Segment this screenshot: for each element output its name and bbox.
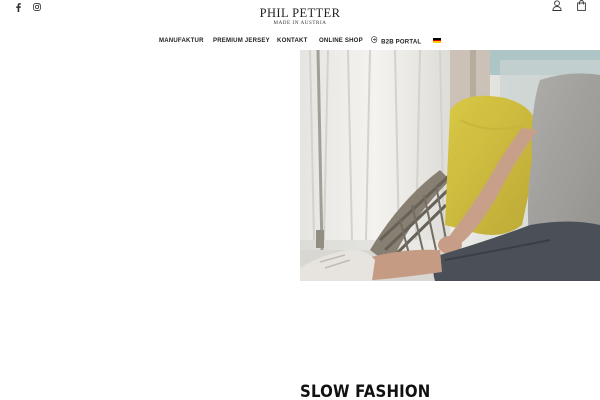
nav-item-premium-jersey[interactable]: PREMIUM JERSEY: [213, 36, 270, 46]
german-flag-icon[interactable]: [433, 38, 441, 44]
hero-photo: [300, 50, 600, 281]
header-actions: [552, 0, 588, 11]
logo-text: PHIL PETTER: [259, 6, 341, 20]
nav-item-b2b-portal: B2B PORTAL: [381, 38, 422, 46]
nav-item-manufaktur[interactable]: MANUFAKTUR: [159, 36, 204, 46]
nav-item-b2b-portal-wrap[interactable]: B2B PORTAL: [371, 36, 421, 47]
login-circle-icon: [371, 36, 378, 47]
social-links: [13, 2, 42, 12]
logo-tagline: MADE IN AUSTRIA: [273, 21, 327, 26]
shopping-bag-icon[interactable]: [577, 0, 588, 11]
nav-item-online-shop[interactable]: ONLINE SHOP: [319, 36, 363, 46]
instagram-icon[interactable]: [32, 2, 42, 12]
facebook-icon[interactable]: [13, 2, 23, 12]
section-headline: SLOW FASHION: [300, 382, 431, 400]
nav-item-kontakt[interactable]: KONTAKT: [277, 36, 308, 46]
hero-image: [300, 50, 600, 281]
main-navigation: MANUFAKTUR PREMIUM JERSEY KONTAKT ONLINE…: [0, 36, 600, 48]
user-icon[interactable]: [552, 0, 563, 11]
brand-logo[interactable]: PHIL PETTER MADE IN AUSTRIA: [240, 6, 360, 26]
